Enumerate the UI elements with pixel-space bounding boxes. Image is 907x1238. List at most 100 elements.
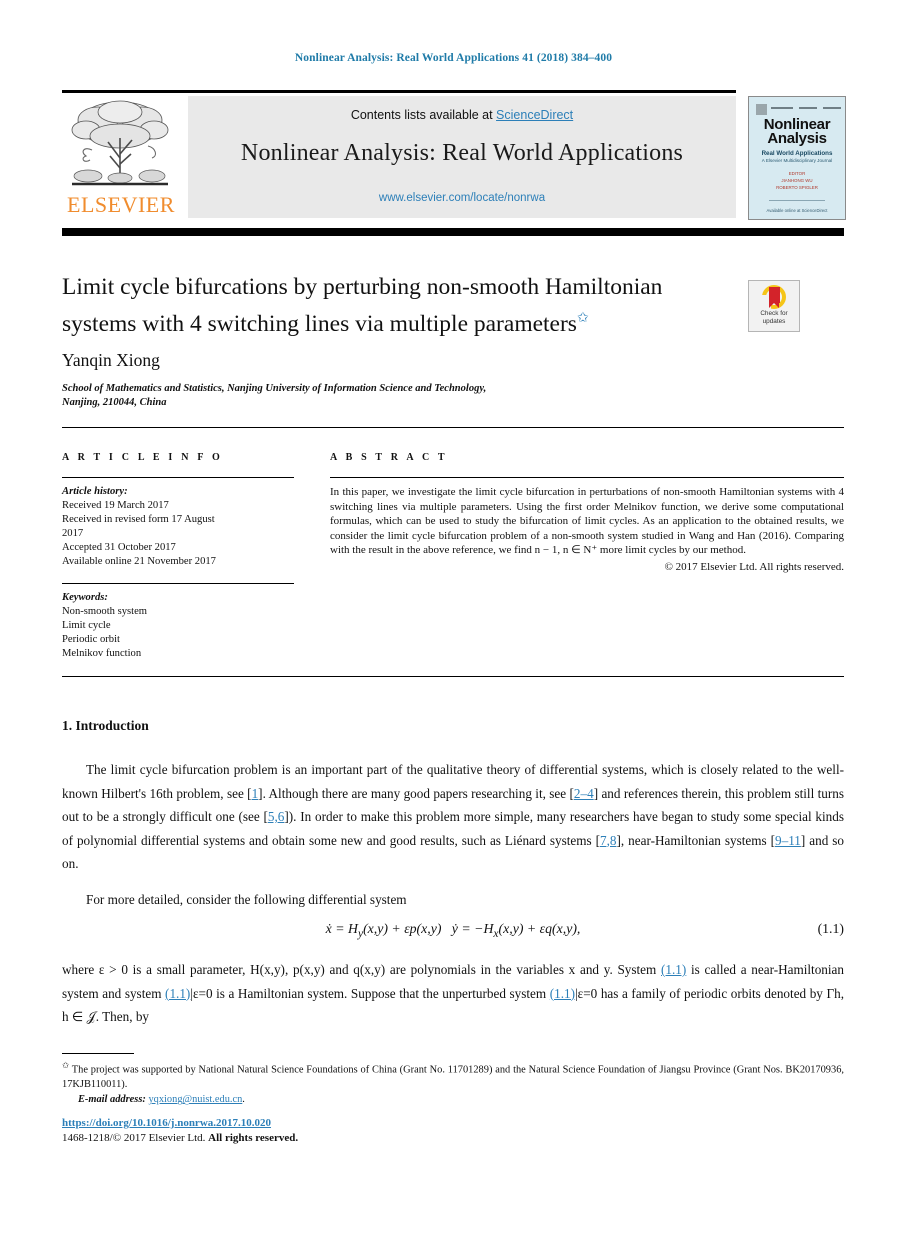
eqref-1-1-third[interactable]: (1.1) bbox=[550, 986, 575, 1001]
paragraph-1-text: The limit cycle bifurcation problem is a… bbox=[62, 758, 844, 876]
sciencedirect-banner: Contents lists available at ScienceDirec… bbox=[188, 96, 736, 218]
abstract-column: A B S T R A C T In this paper, we invest… bbox=[330, 452, 844, 575]
keyword-item: Melnikov function bbox=[62, 648, 142, 659]
article-history-item: Received in revised form 17 August bbox=[62, 514, 215, 525]
abstract-heading: A B S T R A C T bbox=[330, 452, 448, 463]
issn-copyright: © 2017 Elsevier Ltd. bbox=[112, 1132, 209, 1144]
sciencedirect-link[interactable]: ScienceDirect bbox=[496, 108, 573, 122]
email-period: . bbox=[242, 1094, 245, 1106]
journal-cover-thumbnail: Nonlinear Analysis Real World Applicatio… bbox=[748, 96, 846, 220]
masthead-top-rule bbox=[62, 90, 736, 93]
funding-footnote: ✩ The project was supported by National … bbox=[62, 1058, 844, 1092]
page-title-text: Limit cycle bifurcations by perturbing n… bbox=[62, 274, 663, 337]
equation-1-1: ẋ = Hy(x,y) + εp(x,y) ẏ = −Hx(x,y) + εq(… bbox=[325, 921, 581, 940]
email-label: E-mail address: bbox=[78, 1094, 146, 1106]
cover-subtitle: Real World Applications bbox=[761, 150, 833, 157]
article-first-page: Nonlinear Analysis: Real World Applicati… bbox=[0, 0, 907, 1238]
crossmark-bookmark-icon bbox=[769, 287, 780, 308]
citation-ref-2[interactable]: 2–4 bbox=[574, 786, 594, 801]
eqref-1-1-first[interactable]: (1.1) bbox=[661, 962, 686, 977]
crossmark-label: Check for updates bbox=[749, 310, 799, 326]
title-footnote-marker: ✩ bbox=[576, 311, 589, 326]
crossmark-label-line1: Check for bbox=[760, 310, 788, 317]
email-link[interactable]: yqxiong@nuist.edu.cn bbox=[148, 1094, 242, 1105]
article-history-item: Received 19 March 2017 bbox=[62, 500, 169, 511]
issn-prefix: 1468-1218/ bbox=[62, 1132, 113, 1144]
issn-rights: All rights reserved. bbox=[208, 1132, 299, 1144]
footnote-block: ✩ The project was supported by National … bbox=[62, 1058, 844, 1108]
keywords-block: Keywords: Non-smooth system Limit cycle … bbox=[62, 591, 294, 661]
equation-1-1-number: (1.1) bbox=[817, 921, 844, 936]
keywords-rule bbox=[62, 583, 294, 584]
frontmatter-bottom-rule bbox=[62, 676, 844, 677]
article-history-item: 2017 bbox=[62, 528, 84, 539]
affiliation-line-1: School of Mathematics and Statistics, Na… bbox=[62, 383, 487, 394]
p1-b: ]. Although there are many good papers r… bbox=[258, 785, 574, 801]
affiliation-line-2: Nanjing, 210044, China bbox=[62, 397, 167, 408]
keyword-item: Periodic orbit bbox=[62, 634, 120, 645]
author-block-rule bbox=[62, 427, 844, 428]
citation-ref-3[interactable]: 5,6 bbox=[268, 809, 284, 824]
elsevier-logo: ELSEVIER bbox=[62, 96, 180, 218]
cover-dash-2 bbox=[799, 107, 817, 109]
cover-dash-1 bbox=[771, 107, 793, 109]
cover-title-line2: Analysis bbox=[767, 130, 827, 147]
crossmark-badge[interactable]: Check for updates bbox=[748, 280, 800, 332]
article-history-item: Available online 21 November 2017 bbox=[62, 556, 216, 567]
abstract-copyright: © 2017 Elsevier Ltd. All rights reserved… bbox=[664, 560, 844, 573]
cover-editor-1: JIANHONG WU bbox=[781, 178, 813, 183]
footnote-star-marker: ✩ bbox=[62, 1060, 70, 1070]
masthead-bottom-rule bbox=[62, 228, 844, 236]
article-info-rule bbox=[62, 477, 294, 478]
article-history-item: Accepted 31 October 2017 bbox=[62, 542, 176, 553]
journal-url-link[interactable]: www.elsevier.com/locate/nonrwa bbox=[188, 192, 736, 204]
paragraph-3-text: where ε > 0 is a small parameter, H(x,y)… bbox=[62, 958, 844, 1029]
section-heading-introduction: 1. Introduction bbox=[62, 718, 149, 733]
paragraph-2-text: For more detailed, consider the followin… bbox=[86, 892, 407, 907]
author-affiliation: School of Mathematics and Statistics, Na… bbox=[62, 382, 762, 410]
cover-dash-3 bbox=[823, 107, 841, 109]
abstract-rule bbox=[330, 477, 844, 478]
doi-link[interactable]: https://doi.org/10.1016/j.nonrwa.2017.10… bbox=[62, 1117, 271, 1129]
issn-copyright-line: 1468-1218/© 2017 Elsevier Ltd. All right… bbox=[62, 1131, 662, 1146]
p3-c: |ε=0 is a Hamiltonian system. Suppose th… bbox=[190, 985, 550, 1001]
introduction-paragraph-2: For more detailed, consider the followin… bbox=[62, 888, 844, 912]
article-info-heading: A R T I C L E I N F O bbox=[62, 452, 223, 463]
cover-footer-text: Available online at ScienceDirect bbox=[766, 207, 828, 213]
masthead: ELSEVIER Contents lists available at Sci… bbox=[62, 96, 736, 218]
p1-e: ], near-Hamiltonian systems [ bbox=[616, 832, 775, 848]
contents-line: Contents lists available at ScienceDirec… bbox=[188, 108, 736, 122]
cover-editor-2: ROBERTO SPIGLER bbox=[776, 185, 818, 190]
cover-topbar bbox=[753, 101, 841, 115]
email-footnote: E-mail address: yqxiong@nuist.edu.cn. bbox=[62, 1093, 844, 1108]
cover-editor-label: EDITOR bbox=[788, 171, 806, 176]
doi-line: https://doi.org/10.1016/j.nonrwa.2017.10… bbox=[62, 1116, 662, 1131]
keywords-label: Keywords: bbox=[62, 592, 108, 603]
abstract-text: In this paper, we investigate the limit … bbox=[330, 486, 844, 557]
journal-title: Nonlinear Analysis: Real World Applicati… bbox=[240, 140, 684, 166]
introduction-paragraph-3: where ε > 0 is a small parameter, H(x,y)… bbox=[62, 958, 844, 1029]
keyword-item: Limit cycle bbox=[62, 620, 111, 631]
article-history-label: Article history: bbox=[62, 486, 128, 497]
elsevier-tree-icon bbox=[68, 98, 172, 190]
contents-prefix: Contents lists available at bbox=[350, 108, 497, 122]
article-info-column: A R T I C L E I N F O Article history: R… bbox=[62, 452, 294, 661]
author-name[interactable]: Yanqin Xiong bbox=[62, 350, 160, 371]
p3-a: where ε > 0 is a small parameter, H(x,y)… bbox=[62, 962, 662, 977]
eqref-1-1-second[interactable]: (1.1) bbox=[165, 986, 190, 1001]
crossmark-label-line2: updates bbox=[762, 318, 786, 325]
elsevier-wordmark: ELSEVIER bbox=[67, 192, 175, 217]
citation-ref-5[interactable]: 9–11 bbox=[775, 833, 801, 848]
cover-publisher-mark bbox=[756, 104, 767, 115]
equation-1-1-row: ẋ = Hy(x,y) + εp(x,y) ẏ = −Hx(x,y) + εq(… bbox=[62, 921, 844, 940]
running-head: Nonlinear Analysis: Real World Applicati… bbox=[294, 52, 613, 64]
introduction-paragraph-1: The limit cycle bifurcation problem is a… bbox=[62, 758, 844, 876]
keyword-item: Non-smooth system bbox=[62, 606, 148, 617]
page-title: Limit cycle bifurcations by perturbing n… bbox=[62, 272, 722, 340]
funding-footnote-text: The project was supported by National Na… bbox=[62, 1064, 844, 1090]
cover-subtitle-secondary: A Elsevier Multidisciplinary Journal bbox=[761, 158, 833, 163]
footnote-rule bbox=[62, 1053, 134, 1054]
citation-ref-4[interactable]: 7,8 bbox=[600, 833, 616, 848]
cover-base-rule bbox=[769, 200, 825, 201]
imprint-block: https://doi.org/10.1016/j.nonrwa.2017.10… bbox=[62, 1116, 662, 1146]
